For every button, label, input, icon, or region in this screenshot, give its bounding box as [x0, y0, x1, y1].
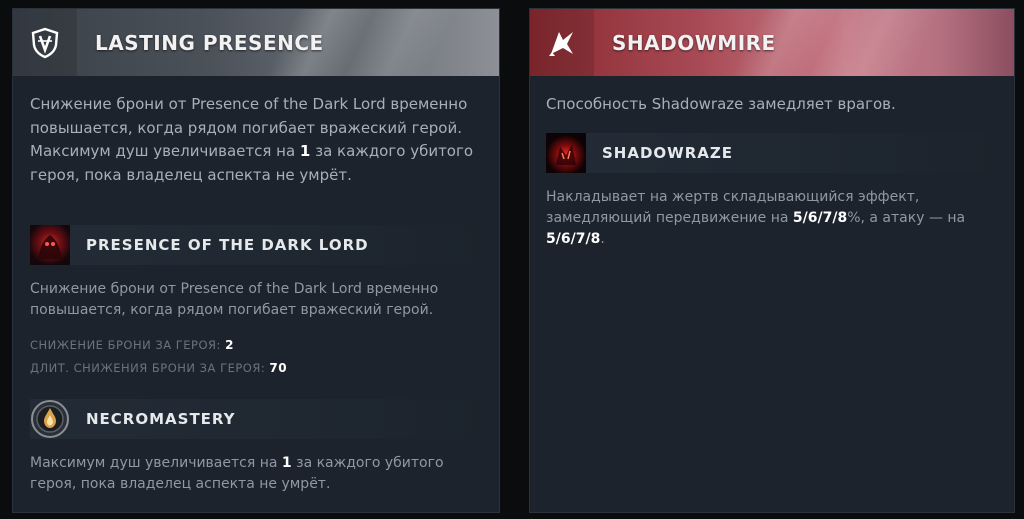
dark-lord-icon: [30, 225, 70, 265]
ability-name: PRESENCE OF THE DARK LORD: [86, 236, 369, 254]
aspect-card-lasting-presence: LASTING PRESENCE Снижение брони от Prese…: [12, 8, 500, 513]
aspect-title: SHADOWMIRE: [612, 30, 776, 55]
aspect-description: Способность Shadowraze замедляет врагов.: [546, 95, 896, 113]
shadowmire-aspect-icon: [530, 9, 594, 76]
ability-name: NECROMASTERY: [86, 410, 236, 428]
ability-row-necromastery[interactable]: NECROMASTERY: [30, 399, 490, 439]
aspect-header: SHADOWMIRE: [530, 9, 1014, 76]
shield-aspect-icon: [13, 9, 77, 76]
ability-name: SHADOWRAZE: [602, 144, 733, 162]
ability-description: Накладывает на жертв складывающийся эффе…: [546, 189, 966, 247]
souls-value: 1: [299, 142, 311, 160]
aspect-header: LASTING PRESENCE: [13, 9, 499, 76]
necromastery-icon: [30, 399, 70, 439]
aspect-title: LASTING PRESENCE: [95, 30, 324, 55]
shadowraze-icon: [546, 133, 586, 173]
stat-armor-duration: ДЛИТ. СНИЖЕНИЯ БРОНИ ЗА ГЕРОЯ: 70: [30, 361, 288, 375]
ability-description: Снижение брони от Presence of the Dark L…: [30, 281, 439, 318]
ability-row-shadowraze[interactable]: SHADOWRAZE: [546, 133, 1006, 173]
stat-armor-reduction: СНИЖЕНИЕ БРОНИ ЗА ГЕРОЯ: 2: [30, 338, 234, 352]
aspect-card-shadowmire: SHADOWMIRE Способность Shadowraze замедл…: [529, 8, 1015, 513]
ability-description: Максимум душ увеличивается на 1 за каждо…: [30, 455, 444, 492]
ability-row-presence[interactable]: PRESENCE OF THE DARK LORD: [30, 225, 490, 265]
aspect-description: Снижение брони от Presence of the Dark L…: [30, 95, 474, 184]
